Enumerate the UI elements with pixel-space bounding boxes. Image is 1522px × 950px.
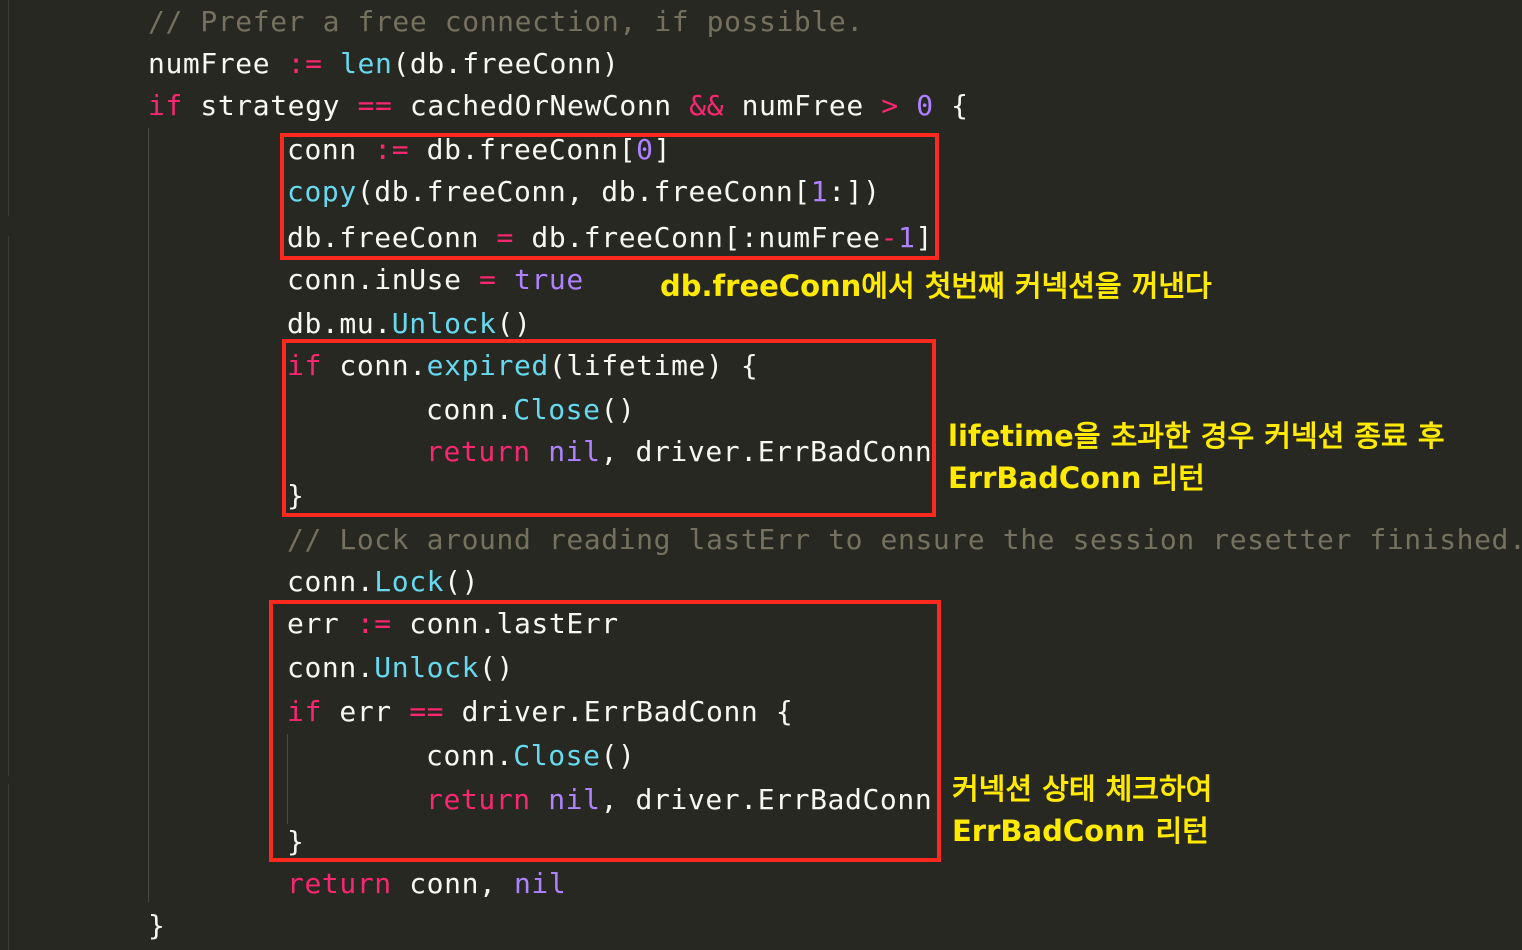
code-token: // Lock around reading lastErr to ensure…	[287, 523, 1522, 556]
code-line: numFree := len(db.freeConn)	[148, 42, 619, 86]
code-token: ==	[357, 89, 393, 122]
code-token: if	[148, 89, 183, 122]
code-token: }	[148, 909, 166, 942]
code-token: len	[340, 47, 393, 80]
code-token: db.mu.	[287, 307, 392, 340]
highlight-box-freeconn	[280, 133, 939, 260]
code-line: if strategy == cachedOrNewConn && numFre…	[148, 84, 969, 128]
code-line: // Prefer a free connection, if possible…	[148, 0, 864, 44]
code-line: conn.Lock()	[287, 560, 479, 604]
indent-guide	[148, 128, 149, 902]
code-token: 0	[916, 89, 934, 122]
code-token: Unlock	[391, 307, 497, 340]
code-token: true	[513, 263, 584, 296]
code-token: cachedOrNewConn	[392, 89, 690, 122]
code-token: return	[287, 867, 392, 900]
code-line: return conn, nil	[287, 862, 566, 906]
code-token: =	[479, 263, 497, 296]
code-token: :=	[287, 47, 323, 80]
annotation-lifetime-return: ErrBadConn 리턴	[948, 461, 1205, 495]
code-token: ()	[444, 565, 480, 598]
code-token: conn,	[391, 867, 514, 900]
code-token: Lock	[374, 565, 445, 598]
highlight-box-expired	[282, 339, 936, 517]
highlight-box-lasterr	[269, 600, 941, 862]
code-token: numFree	[148, 47, 288, 80]
code-line: }	[148, 904, 165, 948]
edge-indent-guide	[8, 784, 9, 950]
code-token: conn.	[287, 565, 375, 598]
code-token: nil	[513, 867, 567, 900]
code-token: (db.freeConn)	[392, 47, 620, 80]
annotation-take-first-conn: db.freeConn에서 첫번째 커넥션을 꺼낸다	[660, 269, 1212, 303]
annotation-lifetime-exceeded: lifetime을 초과한 경우 커넥션 종료 후	[948, 419, 1445, 453]
code-editor[interactable]: // Prefer a free connection, if possible…	[0, 0, 1522, 950]
annotation-status-return: ErrBadConn 리턴	[952, 814, 1209, 848]
code-line: conn.inUse = true	[287, 258, 584, 302]
code-token: conn.inUse	[287, 263, 480, 296]
code-token: // Prefer a free connection, if possible…	[148, 5, 864, 38]
code-token: strategy	[182, 89, 358, 122]
code-line: // Lock around reading lastErr to ensure…	[287, 518, 1522, 562]
edge-indent-guide	[8, 236, 9, 776]
code-token: numFree	[724, 89, 882, 122]
code-token: >	[881, 89, 899, 122]
code-token: {	[933, 89, 969, 122]
code-token: &&	[689, 89, 725, 122]
edge-indent-guide	[8, 0, 9, 216]
annotation-status-check: 커넥션 상태 체크하여	[952, 772, 1213, 806]
code-token: ()	[496, 307, 532, 340]
